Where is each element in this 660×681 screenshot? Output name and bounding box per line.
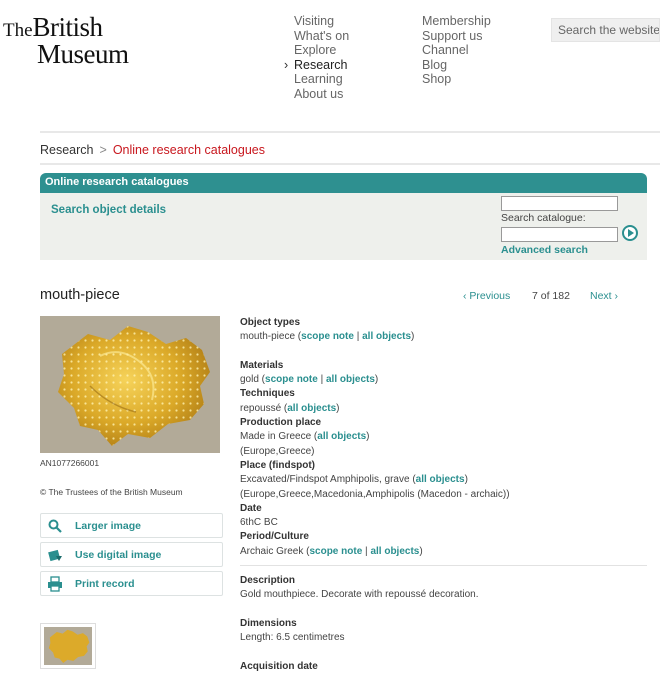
- acquisition-date-label: Acquisition date: [240, 660, 318, 672]
- date-label: Date: [240, 502, 262, 514]
- nav-visiting[interactable]: Visiting: [294, 14, 349, 29]
- object-image[interactable]: [40, 316, 220, 453]
- logo-british: British: [32, 12, 104, 42]
- object-title: mouth-piece: [40, 287, 120, 303]
- catalogue-search-input[interactable]: [501, 227, 618, 242]
- printer-icon: [47, 576, 63, 592]
- record-position: 7 of 182: [532, 290, 570, 302]
- breadcrumb-separator-icon: >: [99, 143, 107, 157]
- nav-research[interactable]: Research: [284, 58, 349, 73]
- techniques-label: Techniques: [240, 388, 295, 400]
- site-search-input[interactable]: Search the website: [551, 18, 660, 42]
- catalogue-search-panel: Online research catalogues Search object…: [40, 173, 647, 260]
- image-id: AN1077266001: [40, 458, 100, 468]
- magnifier-icon: [47, 518, 63, 534]
- print-record-button[interactable]: Print record: [40, 571, 223, 596]
- nav-membership[interactable]: Membership: [422, 14, 491, 29]
- materials-row: gold (scope note | all objects): [240, 374, 379, 386]
- nav-support-us[interactable]: Support us: [422, 29, 491, 44]
- all-objects-link[interactable]: all objects: [287, 403, 336, 414]
- nav-shop[interactable]: Shop: [422, 72, 491, 87]
- nav-about-us[interactable]: About us: [294, 87, 349, 102]
- dimensions-label: Dimensions: [240, 617, 297, 629]
- all-objects-link[interactable]: all objects: [362, 331, 411, 342]
- download-image-icon: [47, 547, 63, 563]
- scope-note-link[interactable]: scope note: [309, 546, 362, 557]
- divider: [40, 163, 660, 165]
- object-thumbnail[interactable]: [40, 623, 96, 669]
- panel-heading: Online research catalogues: [40, 173, 647, 193]
- all-objects-link[interactable]: all objects: [416, 474, 465, 485]
- scope-note-link[interactable]: scope note: [265, 374, 318, 385]
- nav-channel[interactable]: Channel: [422, 43, 491, 58]
- findspot-value: Excavated/Findspot Amphipolis, grave: [240, 474, 410, 486]
- materials-value: gold: [240, 374, 259, 386]
- search-go-icon[interactable]: [622, 225, 638, 241]
- logo-museum: Museum: [37, 39, 129, 69]
- print-record-label: Print record: [75, 578, 135, 590]
- previous-link[interactable]: ‹ Previous: [463, 290, 510, 302]
- divider: [40, 131, 660, 133]
- object-types-row: mouth-piece (scope note | all objects): [240, 331, 415, 343]
- techniques-value: repoussé: [240, 402, 282, 414]
- object-types-label: Object types: [240, 317, 301, 328]
- secondary-nav: Membership Support us Channel Blog Shop: [422, 14, 491, 87]
- all-objects-link[interactable]: all objects: [370, 546, 419, 557]
- nav-whats-on[interactable]: What's on: [294, 29, 349, 44]
- larger-image-label: Larger image: [75, 520, 141, 532]
- dimensions-value: Length: 6.5 centimetres: [240, 632, 345, 644]
- production-place-region: (Europe,Greece): [240, 445, 315, 457]
- scope-note-link[interactable]: scope note: [301, 331, 354, 342]
- nav-learning[interactable]: Learning: [294, 72, 349, 87]
- image-copyright: © The Trustees of the British Museum: [40, 487, 183, 497]
- date-value: 6thC BC: [240, 517, 278, 529]
- description-value: Gold mouthpiece. Decorate with repoussé …: [240, 589, 479, 601]
- breadcrumb-current[interactable]: Online research catalogues: [113, 143, 265, 157]
- use-digital-image-button[interactable]: Use digital image: [40, 542, 223, 567]
- description-label: Description: [240, 575, 296, 587]
- production-place-row: Made in Greece (all objects): [240, 431, 370, 443]
- search-object-details-link[interactable]: Search object details: [51, 204, 166, 216]
- divider: [240, 565, 647, 567]
- all-objects-link[interactable]: all objects: [326, 374, 375, 385]
- object-types-value: mouth-piece: [240, 331, 296, 343]
- next-link[interactable]: Next ›: [590, 290, 618, 302]
- breadcrumb: Research > Online research catalogues: [40, 143, 265, 157]
- logo-the: The: [3, 20, 33, 41]
- production-place-label: Production place: [240, 417, 322, 429]
- british-museum-logo[interactable]: TheBritish Museum: [3, 14, 129, 70]
- period-label: Period/Culture: [240, 531, 309, 543]
- breadcrumb-research[interactable]: Research: [40, 143, 94, 157]
- findspot-region: (Europe,Greece,Macedonia,Amphipolis (Mac…: [240, 488, 510, 500]
- larger-image-button[interactable]: Larger image: [40, 513, 223, 538]
- techniques-row: repoussé (all objects): [240, 402, 340, 414]
- nav-blog[interactable]: Blog: [422, 58, 491, 73]
- primary-nav: Visiting What's on Explore Research Lear…: [284, 14, 349, 102]
- object-details: Object types mouth-piece (scope note | a…: [240, 316, 660, 674]
- catalogue-search-input-top[interactable]: [501, 196, 618, 211]
- materials-label: Materials: [240, 359, 284, 371]
- period-row: Archaic Greek (scope note | all objects): [240, 545, 423, 557]
- period-value: Archaic Greek: [240, 545, 304, 557]
- search-catalogue-label: Search catalogue:: [501, 212, 586, 224]
- advanced-search-link[interactable]: Advanced search: [501, 244, 588, 256]
- findspot-row: Excavated/Findspot Amphipolis, grave (al…: [240, 474, 468, 486]
- findspot-label: Place (findspot): [240, 459, 316, 471]
- use-digital-image-label: Use digital image: [75, 549, 162, 561]
- nav-explore[interactable]: Explore: [294, 43, 349, 58]
- all-objects-link[interactable]: all objects: [317, 431, 366, 442]
- production-place-value: Made in Greece: [240, 431, 312, 443]
